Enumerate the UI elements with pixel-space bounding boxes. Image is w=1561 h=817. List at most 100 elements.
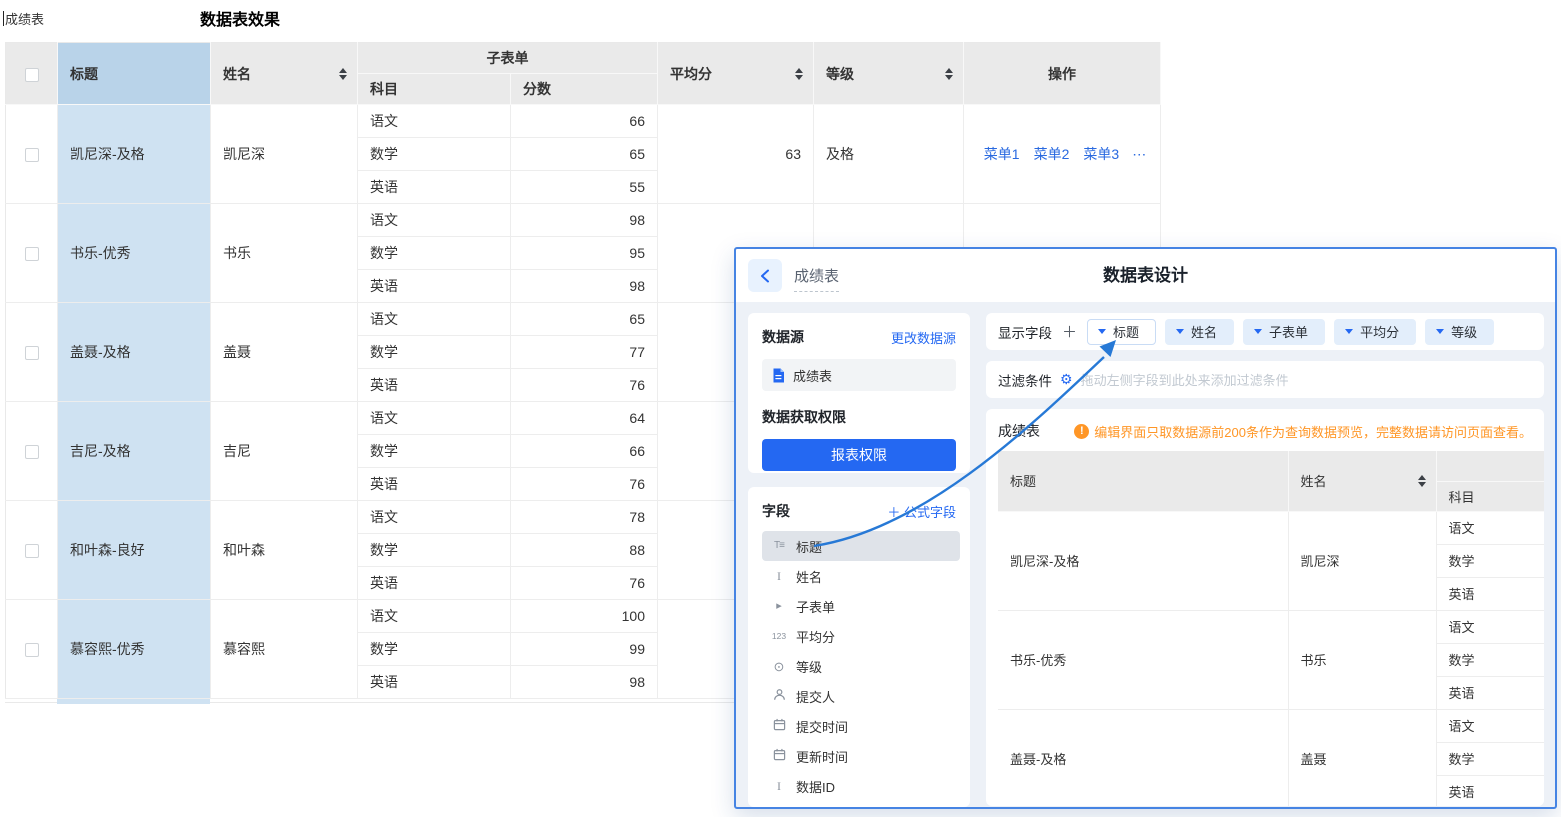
chip-grade[interactable]: 等级	[1425, 319, 1494, 345]
corner-table-label-text: 成绩表	[5, 9, 44, 28]
row-checkbox[interactable]	[25, 643, 39, 657]
text-field-icon: I	[770, 780, 788, 792]
page-title: 数据表效果	[200, 6, 280, 30]
back-button[interactable]	[748, 259, 782, 292]
col-header-name[interactable]: 姓名	[211, 43, 358, 105]
sort-icon-name[interactable]	[339, 68, 347, 80]
gear-icon[interactable]: ⚙	[1060, 371, 1073, 388]
chip-name[interactable]: 姓名	[1165, 319, 1234, 345]
chip-title[interactable]: 标题	[1087, 319, 1156, 345]
title-cell: 慕容熙-优秀	[58, 600, 211, 699]
subject-cell: 数学	[1436, 643, 1544, 676]
field-item-title[interactable]: T≡标题	[762, 531, 960, 561]
field-item-submitter[interactable]: 提交人	[762, 681, 960, 711]
preview-col-name[interactable]: 姓名	[1288, 451, 1436, 511]
corner-table-label: 成绩表	[3, 9, 44, 28]
col-header-subject: 科目	[358, 74, 511, 105]
title-cell: 盖聂-及格	[998, 709, 1288, 806]
score-cell: 66	[511, 435, 658, 468]
name-cell: 慕容熙	[211, 600, 358, 699]
field-item-submit-time[interactable]: 提交时间	[762, 711, 960, 741]
subject-cell: 数学	[358, 336, 511, 369]
subject-cell: 英语	[1436, 577, 1544, 610]
field-item-average[interactable]: 123平均分	[762, 621, 960, 651]
row-select-cell	[6, 402, 58, 501]
score-cell: 77	[511, 336, 658, 369]
table-row: 凯尼深-及格 凯尼深 语文 66 63 及格 菜单1菜单2菜单3⋯	[6, 105, 1161, 138]
row-checkbox[interactable]	[25, 544, 39, 558]
col-header-title[interactable]: 标题	[58, 43, 211, 105]
fields-list: T≡标题 I姓名 ▸子表单 123平均分 ⊙等级 提交人 提交时间 更新时间 I…	[762, 531, 960, 801]
next-row-title-sliver	[57, 699, 210, 704]
field-item-update-time[interactable]: 更新时间	[762, 741, 960, 771]
warning-icon: !	[1074, 424, 1089, 439]
score-cell: 66	[511, 105, 658, 138]
subject-cell: 英语	[1436, 775, 1544, 806]
fields-section-title: 字段	[762, 501, 790, 521]
row-checkbox[interactable]	[25, 148, 39, 162]
table-row: 书乐-优秀 书乐 语文 98	[6, 204, 1161, 237]
chevron-down-icon[interactable]	[1254, 329, 1262, 334]
menu1-link[interactable]: 菜单1	[984, 146, 1020, 162]
row-select-cell	[6, 600, 58, 699]
table-row: 凯尼深-及格 凯尼深 语文	[998, 511, 1544, 544]
sort-icon-grade[interactable]	[945, 68, 953, 80]
score-cell: 76	[511, 468, 658, 501]
score-cell: 64	[511, 402, 658, 435]
select-all-checkbox[interactable]	[25, 68, 39, 82]
subject-cell: 语文	[1436, 610, 1544, 643]
menu3-link[interactable]: 菜单3	[1083, 146, 1119, 162]
add-formula-field-link[interactable]: ＋ 公式字段	[887, 502, 956, 521]
col-header-grade[interactable]: 等级	[814, 43, 964, 105]
report-permission-button[interactable]: 报表权限	[762, 439, 956, 471]
chevron-down-icon[interactable]	[1436, 329, 1444, 334]
subject-cell: 语文	[1436, 709, 1544, 742]
row-checkbox[interactable]	[25, 346, 39, 360]
filter-placeholder: 拖动左侧字段到此处来添加过滤条件	[1081, 370, 1289, 389]
field-item-data-id[interactable]: I数据ID	[762, 771, 960, 801]
name-cell: 盖聂	[1288, 709, 1436, 806]
more-actions-icon[interactable]: ⋯	[1132, 146, 1147, 162]
title-cell: 和叶森-良好	[58, 501, 211, 600]
datasource-item[interactable]: 成绩表	[762, 359, 956, 391]
chip-subform[interactable]: 子表单	[1243, 319, 1325, 345]
menu2-link[interactable]: 菜单2	[1034, 146, 1070, 162]
row-checkbox[interactable]	[25, 247, 39, 261]
name-cell: 盖聂	[211, 303, 358, 402]
score-cell: 99	[511, 633, 658, 666]
chevron-down-icon[interactable]	[1345, 329, 1353, 334]
title-cell: 凯尼深-及格	[58, 105, 211, 204]
grade-cell: 及格	[814, 105, 964, 204]
subject-cell: 数学	[358, 237, 511, 270]
filter-bar: 过滤条件 ⚙ 拖动左侧字段到此处来添加过滤条件	[986, 361, 1544, 398]
sort-icon-average[interactable]	[795, 68, 803, 80]
preview-col-title[interactable]: 标题	[998, 451, 1288, 511]
field-item-name[interactable]: I姓名	[762, 561, 960, 591]
table-row: 盖聂-及格 盖聂 语文	[998, 709, 1544, 742]
field-item-subform[interactable]: ▸子表单	[762, 591, 960, 621]
add-display-field-button[interactable]: ＋	[1062, 321, 1077, 342]
datasource-item-label: 成绩表	[793, 366, 832, 385]
field-item-grade[interactable]: ⊙等级	[762, 651, 960, 681]
datasource-section-title: 数据源	[762, 327, 804, 347]
permission-section-title: 数据获取权限	[762, 407, 956, 427]
chip-average[interactable]: 平均分	[1334, 319, 1416, 345]
chevron-down-icon[interactable]	[1176, 329, 1184, 334]
score-cell: 88	[511, 534, 658, 567]
subject-cell: 数学	[358, 633, 511, 666]
row-select-cell	[6, 204, 58, 303]
preview-table-name: 成绩表	[998, 421, 1040, 441]
designer-table-name[interactable]: 成绩表	[794, 265, 839, 292]
change-datasource-link[interactable]: 更改数据源	[891, 328, 956, 347]
subject-cell: 数学	[1436, 544, 1544, 577]
col-header-average[interactable]: 平均分	[658, 43, 814, 105]
expand-arrow-icon[interactable]: ▸	[770, 601, 788, 612]
col-header-subform: 子表单	[358, 43, 658, 74]
col-header-score: 分数	[511, 74, 658, 105]
row-checkbox[interactable]	[25, 445, 39, 459]
sort-icon-name[interactable]	[1418, 475, 1426, 487]
calendar-icon	[770, 748, 788, 764]
name-cell: 书乐	[211, 204, 358, 303]
preview-col-subject: 科目	[1436, 481, 1544, 511]
chevron-down-icon[interactable]	[1098, 329, 1106, 334]
